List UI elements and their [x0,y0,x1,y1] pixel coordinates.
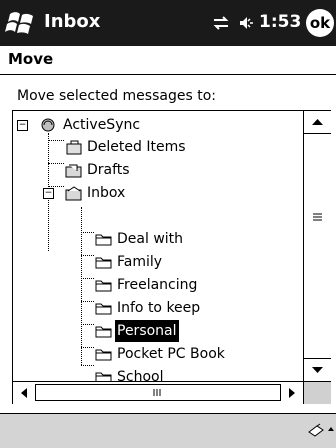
tree-content: − ActiveSync Deleted Items Drafts − Inbo… [13,111,303,381]
move-prompt: Move selected messages to: [17,88,216,104]
title-bar: Inbox 1:53 ok [0,0,336,46]
activesync-icon [41,118,55,132]
folder-icon [95,280,112,292]
scroll-up-button[interactable] [304,111,331,134]
arrow-up-icon [312,119,323,125]
folder-icon [95,234,112,246]
connectivity-icon[interactable] [211,13,231,33]
tree-node-label: Pocket PC Book [117,346,225,362]
scroll-right-button[interactable] [281,382,303,404]
arrow-left-icon [21,388,27,398]
tree-node-label: Drafts [87,162,130,178]
collapse-icon[interactable]: − [17,120,28,131]
dialog-title: Move [8,50,54,68]
horizontal-scrollbar[interactable] [13,381,303,404]
dialog-header: Move [0,46,336,75]
menu-bar [0,413,336,448]
grip-icon [153,389,161,396]
folder-icon [95,257,112,269]
windows-flag-icon[interactable] [4,6,38,40]
drafts-folder-icon [65,164,82,178]
folder-icon [95,303,112,315]
folder-icon [95,326,112,338]
clock[interactable]: 1:53 [259,12,301,32]
tree-node-pocket-pc-book[interactable]: Pocket PC Book [95,343,295,365]
tree-node-family[interactable]: Family [95,251,295,273]
tree-node-label: Inbox [87,185,126,201]
scroll-corner [303,381,331,404]
tree-node-label: Freelancing [117,277,198,293]
ok-button[interactable]: ok [306,9,334,37]
vertical-scrollbar[interactable] [303,111,331,381]
folder-icon [95,349,112,361]
arrow-right-icon [289,388,295,398]
tree-node-label-selected: Personal [115,320,179,342]
tree-node-deleted-items[interactable]: Deleted Items [65,136,265,158]
tree-node-activesync[interactable]: − ActiveSync [17,114,217,136]
collapse-icon[interactable]: − [43,188,54,199]
tree-node-label: Info to keep [117,300,201,316]
scroll-down-button[interactable] [304,358,331,381]
horizontal-scroll-thumb[interactable] [35,384,281,401]
arrow-down-icon [312,367,323,373]
tree-node-info-to-keep[interactable]: Info to keep [95,297,295,319]
tree-node-freelancing[interactable]: Freelancing [95,274,295,296]
tree-node-drafts[interactable]: Drafts [65,159,265,181]
scroll-left-button[interactable] [13,382,35,404]
tree-node-deal-with[interactable]: Deal with [95,228,295,250]
input-panel-icon[interactable] [306,418,336,442]
tree-node-label: Deal with [117,231,184,247]
tree-node-personal[interactable]: Personal [95,320,295,342]
app-title: Inbox [44,11,101,32]
tree-node-label: Family [117,254,163,270]
trash-folder-icon [66,140,82,155]
scroll-thumb[interactable] [304,211,331,223]
tree-node-label: ActiveSync [63,117,141,133]
tree-node-inbox[interactable]: − Inbox [43,182,243,204]
tree-node-label: Deleted Items [87,139,186,155]
folder-tree[interactable]: − ActiveSync Deleted Items Drafts − Inbo… [12,110,331,404]
speaker-icon[interactable] [237,13,257,33]
inbox-folder-icon [65,186,82,201]
